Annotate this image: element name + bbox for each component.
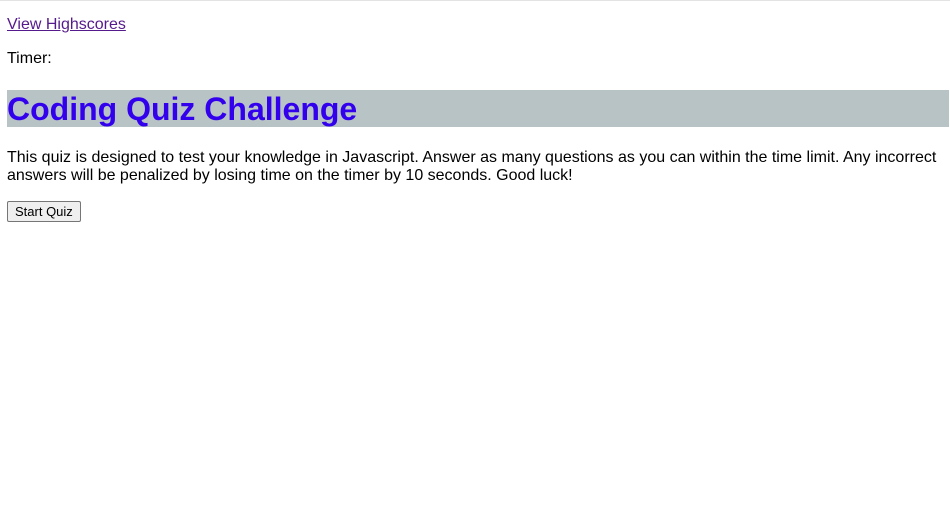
view-highscores-link[interactable]: View Highscores [7,16,126,34]
quiz-description: This quiz is designed to test your knowl… [7,149,937,184]
page-title: Coding Quiz Challenge [7,91,358,127]
title-banner: Coding Quiz Challenge [7,90,949,127]
browser-top-border [0,0,950,1]
timer-label: Timer: [7,50,52,67]
start-quiz-button[interactable]: Start Quiz [7,201,81,222]
